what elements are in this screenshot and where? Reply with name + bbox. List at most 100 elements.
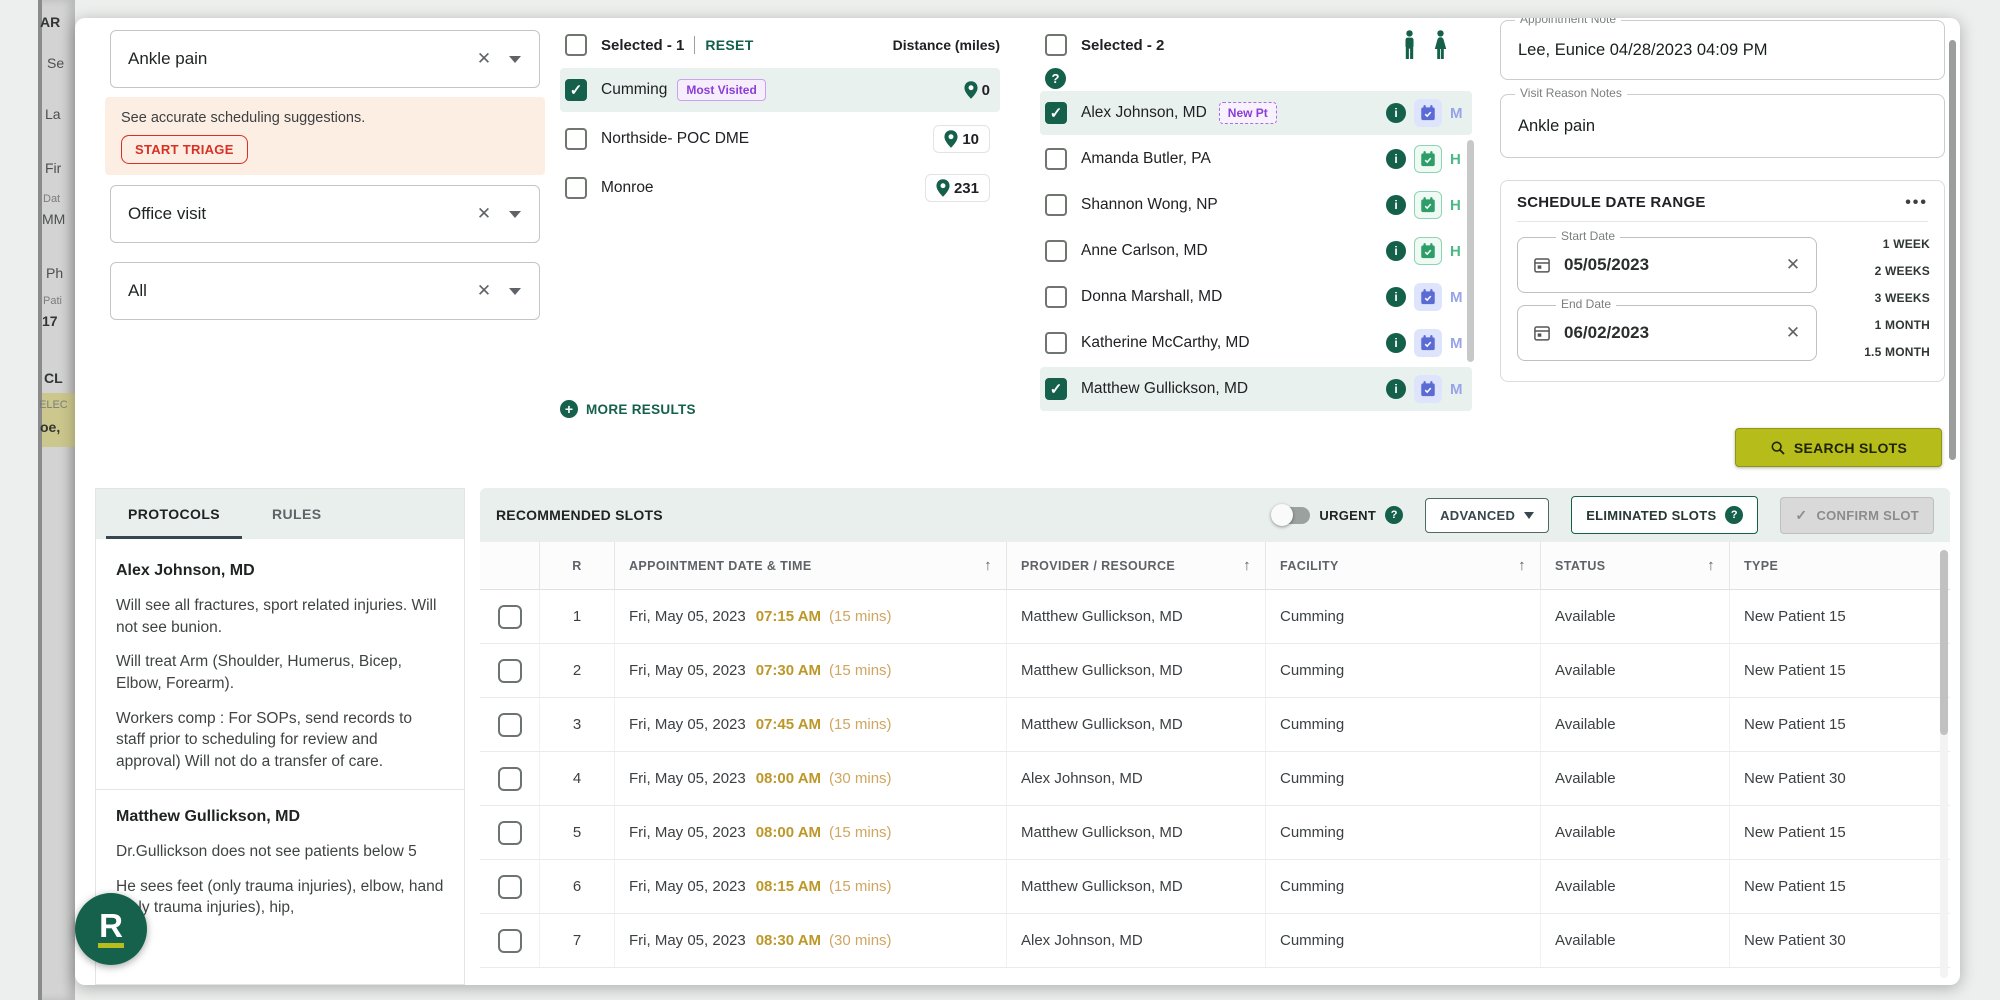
- more-results-link[interactable]: MORE RESULTS: [560, 400, 696, 418]
- slot-checkbox[interactable]: [497, 820, 522, 845]
- start-triage-button[interactable]: START TRIAGE: [121, 135, 248, 164]
- datetime-column-header[interactable]: APPOINTMENT DATE & TIME: [614, 542, 1006, 589]
- quick-range-1-5-month[interactable]: 1.5 MONTH: [1864, 339, 1930, 366]
- location-row-cumming[interactable]: Cumming Most Visited 0: [560, 68, 1000, 112]
- eliminated-slots-button[interactable]: ELIMINATED SLOTS: [1571, 496, 1759, 534]
- more-menu-icon[interactable]: [1905, 198, 1928, 208]
- quick-range-1-week[interactable]: 1 WEEK: [1864, 231, 1930, 258]
- provider-row-matthew-gullickson[interactable]: Matthew Gullickson, MD M: [1040, 367, 1472, 411]
- info-icon[interactable]: [1386, 287, 1406, 307]
- calendar-icon[interactable]: [1414, 375, 1442, 403]
- select-all-locations-checkbox[interactable]: [565, 34, 587, 56]
- status-column-header[interactable]: STATUS: [1540, 542, 1729, 589]
- clear-icon[interactable]: [467, 281, 501, 301]
- checkbox-checked[interactable]: [1045, 102, 1067, 124]
- checkbox-unchecked[interactable]: [565, 128, 587, 150]
- slot-checkbox[interactable]: [497, 604, 522, 629]
- confirm-slot-button[interactable]: CONFIRM SLOT: [1780, 496, 1934, 534]
- clear-icon[interactable]: [467, 204, 501, 224]
- advanced-button[interactable]: ADVANCED: [1425, 497, 1550, 533]
- clear-end-date-icon[interactable]: [1776, 323, 1810, 343]
- department-select[interactable]: All: [110, 262, 540, 320]
- visit-reason-select[interactable]: Ankle pain: [110, 30, 540, 88]
- info-icon[interactable]: [1386, 195, 1406, 215]
- facility-column-header[interactable]: FACILITY: [1265, 542, 1540, 589]
- location-row-northside[interactable]: Northside- POC DME 10: [560, 117, 1000, 161]
- chevron-down-icon[interactable]: [509, 287, 521, 295]
- tab-protocols[interactable]: PROTOCOLS: [102, 489, 246, 539]
- map-pin-icon: [936, 179, 950, 197]
- start-date-field[interactable]: Start Date 05/05/2023: [1517, 229, 1817, 293]
- checkbox-unchecked[interactable]: [1045, 194, 1067, 216]
- calendar-icon[interactable]: [1414, 283, 1442, 311]
- chevron-down-icon[interactable]: [509, 55, 521, 63]
- search-slots-button[interactable]: SEARCH SLOTS: [1735, 428, 1942, 467]
- brand-fab-button[interactable]: R: [75, 893, 147, 965]
- provider-row-katherine-mccarthy[interactable]: Katherine McCarthy, MD M: [1040, 321, 1472, 365]
- calendar-icon[interactable]: [1414, 329, 1442, 357]
- calendar-icon[interactable]: [1414, 99, 1442, 127]
- background-text-fragment: Ph: [46, 265, 64, 281]
- clear-icon[interactable]: [467, 49, 501, 69]
- visit-reason-notes-field[interactable]: Visit Reason Notes Ankle pain: [1500, 86, 1945, 158]
- slot-row-3[interactable]: 3 Fri, May 05, 2023 07:45 AM (15 mins) Mat…: [480, 698, 1950, 752]
- provider-row-donna-marshall[interactable]: Donna Marshall, MD M: [1040, 275, 1472, 319]
- checkbox-unchecked[interactable]: [1045, 332, 1067, 354]
- location-row-monroe[interactable]: Monroe 231: [560, 166, 1000, 210]
- calendar-icon[interactable]: [1414, 191, 1442, 219]
- urgent-help-icon[interactable]: [1385, 506, 1404, 524]
- background-text-fragment: CL: [44, 370, 63, 386]
- table-scrollbar-thumb[interactable]: [1940, 550, 1948, 735]
- male-icon[interactable]: [1402, 30, 1417, 60]
- provider-row-amanda-butler[interactable]: Amanda Butler, PA H: [1040, 137, 1472, 181]
- table-scrollbar[interactable]: [1940, 550, 1948, 978]
- provider-row-anne-carlson[interactable]: Anne Carlson, MD H: [1040, 229, 1472, 273]
- slot-row-4[interactable]: 4 Fri, May 05, 2023 08:00 AM (30 mins) Ale…: [480, 752, 1950, 806]
- tab-rules[interactable]: RULES: [246, 489, 347, 539]
- info-icon[interactable]: [1386, 103, 1406, 123]
- visit-type-select[interactable]: Office visit: [110, 185, 540, 243]
- reset-locations-link[interactable]: RESET: [705, 37, 753, 53]
- info-icon[interactable]: [1386, 379, 1406, 399]
- slot-row-2[interactable]: 2 Fri, May 05, 2023 07:30 AM (15 mins) Mat…: [480, 644, 1950, 698]
- female-icon[interactable]: [1433, 30, 1448, 60]
- panel-scrollbar[interactable]: [1949, 40, 1956, 460]
- slot-checkbox[interactable]: [497, 712, 522, 737]
- slot-row-7[interactable]: 7 Fri, May 05, 2023 08:30 AM (30 mins) Ale…: [480, 914, 1950, 968]
- urgent-toggle[interactable]: [1271, 503, 1311, 526]
- provider-row-shannon-wong[interactable]: Shannon Wong, NP H: [1040, 183, 1472, 227]
- quick-range-3-weeks[interactable]: 3 WEEKS: [1864, 285, 1930, 312]
- clear-start-date-icon[interactable]: [1776, 255, 1810, 275]
- locations-header: Selected - 1 RESET Distance (miles): [560, 30, 1000, 60]
- checkbox-unchecked[interactable]: [1045, 286, 1067, 308]
- checkbox-checked[interactable]: [565, 79, 587, 101]
- slot-checkbox[interactable]: [497, 658, 522, 683]
- calendar-icon[interactable]: [1532, 255, 1552, 275]
- info-icon[interactable]: [1386, 149, 1406, 169]
- slot-checkbox[interactable]: [497, 766, 522, 791]
- calendar-icon[interactable]: [1532, 323, 1552, 343]
- chevron-down-icon[interactable]: [509, 210, 521, 218]
- checkbox-unchecked[interactable]: [1045, 148, 1067, 170]
- select-all-providers-checkbox[interactable]: [1045, 34, 1067, 56]
- provider-row-alex-johnson[interactable]: Alex Johnson, MD New Pt M: [1040, 91, 1472, 135]
- checkbox-unchecked[interactable]: [565, 177, 587, 199]
- checkbox-checked[interactable]: [1045, 378, 1067, 400]
- help-icon[interactable]: [1045, 68, 1066, 89]
- calendar-icon[interactable]: [1414, 237, 1442, 265]
- slot-row-1[interactable]: 1 Fri, May 05, 2023 07:15 AM (15 mins) Mat…: [480, 590, 1950, 644]
- slot-checkbox[interactable]: [497, 928, 522, 953]
- providers-scrollbar[interactable]: [1467, 140, 1474, 362]
- quick-range-1-month[interactable]: 1 MONTH: [1864, 312, 1930, 339]
- info-icon[interactable]: [1386, 333, 1406, 353]
- appointment-note-field[interactable]: Appointment Note Lee, Eunice 04/28/2023 …: [1500, 18, 1945, 80]
- quick-range-2-weeks[interactable]: 2 WEEKS: [1864, 258, 1930, 285]
- end-date-field[interactable]: End Date 06/02/2023: [1517, 297, 1817, 361]
- slot-checkbox[interactable]: [497, 874, 522, 899]
- info-icon[interactable]: [1386, 241, 1406, 261]
- slot-row-6[interactable]: 6 Fri, May 05, 2023 08:15 AM (15 mins) Mat…: [480, 860, 1950, 914]
- calendar-icon[interactable]: [1414, 145, 1442, 173]
- provider-column-header[interactable]: PROVIDER / RESOURCE: [1006, 542, 1265, 589]
- slot-row-5[interactable]: 5 Fri, May 05, 2023 08:00 AM (15 mins) Mat…: [480, 806, 1950, 860]
- checkbox-unchecked[interactable]: [1045, 240, 1067, 262]
